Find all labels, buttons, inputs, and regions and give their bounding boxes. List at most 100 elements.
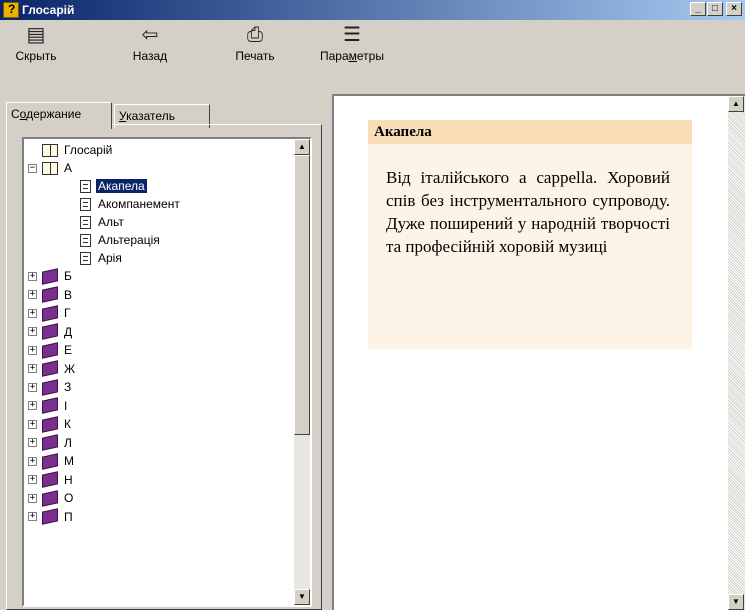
tree-book-label: П xyxy=(64,509,73,524)
tree-book-label: М xyxy=(64,454,74,468)
maximize-button[interactable]: □ xyxy=(707,2,723,16)
closed-book-icon xyxy=(42,360,58,377)
expand-icon[interactable]: + xyxy=(28,308,37,318)
window-controls: _ □ × xyxy=(689,2,742,16)
closed-book-icon xyxy=(42,267,58,285)
tree-page[interactable]: Арія xyxy=(80,249,124,267)
tree-book-label: Н xyxy=(64,472,73,487)
tree-book-a[interactable]: − А xyxy=(28,159,74,177)
expand-icon[interactable]: + xyxy=(28,290,37,299)
tree-book[interactable]: + К xyxy=(28,415,73,433)
tab-contents[interactable]: Содержание xyxy=(6,102,112,129)
closed-book-icon xyxy=(42,434,58,451)
options-button[interactable]: ☰ Параметры xyxy=(310,20,394,64)
page-icon xyxy=(80,233,91,247)
page-icon xyxy=(80,251,91,265)
closed-book-icon xyxy=(42,415,58,433)
tree-book[interactable]: + І xyxy=(28,397,69,415)
tree-book-label: Ж xyxy=(64,361,76,376)
expand-icon[interactable]: + xyxy=(28,271,37,281)
toolbar: ▤ Скрыть ⇦ Назад ⎙ Печать ☰ Параметры xyxy=(0,20,745,94)
tree-book[interactable]: + О xyxy=(28,489,75,507)
expand-icon[interactable]: + xyxy=(28,419,37,429)
tree-book-label: З xyxy=(64,380,72,394)
expand-icon[interactable]: + xyxy=(28,475,37,484)
tree-book-label: Г xyxy=(64,306,71,320)
print-button[interactable]: ⎙ Печать xyxy=(226,20,284,64)
selected-topic-label: Акапела xyxy=(96,179,147,193)
page-icon xyxy=(80,215,91,229)
expand-icon[interactable]: + xyxy=(28,345,37,355)
tree-book[interactable]: + Л xyxy=(28,434,74,452)
tree-book[interactable]: + Д xyxy=(28,323,74,341)
expand-icon[interactable]: + xyxy=(28,401,37,410)
tree-book-label: К xyxy=(64,417,71,431)
tree-book-label: О xyxy=(64,491,74,505)
scroll-up-icon[interactable]: ▲ xyxy=(728,96,744,112)
expand-icon[interactable]: + xyxy=(28,438,37,447)
close-button[interactable]: × xyxy=(726,2,742,16)
tree-root[interactable]: Глосарій xyxy=(42,141,114,159)
options-label: Параметры xyxy=(320,49,384,63)
print-label: Печать xyxy=(235,49,275,63)
expand-icon[interactable]: + xyxy=(28,364,37,373)
tree-book[interactable]: + М xyxy=(28,452,76,470)
tree-scrollbar[interactable]: ▲ ▼ xyxy=(294,139,310,605)
tree-book-label: І xyxy=(64,398,68,413)
minimize-button[interactable]: _ xyxy=(690,2,706,16)
tree-book-label: Б xyxy=(64,269,72,283)
topic-body: Від італійського a cappella. Хоровий спі… xyxy=(368,144,692,349)
scroll-thumb[interactable] xyxy=(294,155,310,435)
window-title: Глосарій xyxy=(22,3,75,17)
tree-book-label: Л xyxy=(64,435,72,450)
closed-book-icon xyxy=(42,286,58,303)
tree-page[interactable]: Акапела xyxy=(80,177,147,195)
tree-book-label: Д xyxy=(64,324,73,339)
back-button[interactable]: ⇦ Назад xyxy=(122,20,178,64)
page-icon xyxy=(80,197,91,211)
tree-page[interactable]: Альтерація xyxy=(80,231,162,249)
contents-panel: Глосарій − А Акапела Акомпанемент Альт А… xyxy=(6,124,322,610)
scroll-down-icon[interactable]: ▼ xyxy=(294,589,310,605)
title-bar[interactable]: Глосарій _ □ × xyxy=(0,0,745,20)
tree-book[interactable]: + В xyxy=(28,286,74,304)
back-arrow-icon: ⇦ xyxy=(141,24,159,46)
closed-book-icon xyxy=(42,489,58,507)
tree-book-label: В xyxy=(64,287,73,302)
hide-button[interactable]: ▤ Скрыть xyxy=(6,20,66,64)
tree-book[interactable]: + Е xyxy=(28,341,74,359)
tree-page[interactable]: Альт xyxy=(80,213,126,231)
navigation-pane: Содержание Указатель Глосарій − А Акапел… xyxy=(6,98,322,610)
page-icon xyxy=(80,179,91,193)
collapse-icon[interactable]: − xyxy=(28,163,37,173)
contents-tree[interactable]: Глосарій − А Акапела Акомпанемент Альт А… xyxy=(22,137,312,607)
tree-book[interactable]: + З xyxy=(28,378,73,396)
hide-pane-icon: ▤ xyxy=(26,24,46,46)
closed-book-icon xyxy=(42,508,58,525)
closed-book-icon xyxy=(42,341,58,359)
printer-icon: ⎙ xyxy=(247,24,263,46)
topic-title: Акапела xyxy=(368,120,692,144)
expand-icon[interactable]: + xyxy=(28,327,37,336)
expand-icon[interactable]: + xyxy=(28,493,37,503)
scroll-down-icon[interactable]: ▼ xyxy=(728,594,744,610)
closed-book-icon xyxy=(42,323,58,340)
scroll-up-icon[interactable]: ▲ xyxy=(294,139,310,155)
closed-book-icon xyxy=(42,397,58,414)
tree-book[interactable]: + Ж xyxy=(28,360,77,378)
tree-book[interactable]: + Г xyxy=(28,304,73,322)
topic-pane: Акапела Від італійського a cappella. Хор… xyxy=(332,94,745,610)
tree-book[interactable]: + Б xyxy=(28,267,74,285)
tree-book[interactable]: + П xyxy=(28,508,75,526)
topic-scrollbar[interactable]: ▲ ▼ xyxy=(728,96,745,610)
expand-icon[interactable]: + xyxy=(28,456,37,466)
tree-page[interactable]: Акомпанемент xyxy=(80,195,182,213)
tree-book[interactable]: + Н xyxy=(28,471,75,489)
open-book-icon xyxy=(42,143,58,157)
help-icon xyxy=(3,2,19,18)
expand-icon[interactable]: + xyxy=(28,512,37,521)
open-book-icon xyxy=(42,161,58,175)
closed-book-icon xyxy=(42,452,58,470)
options-icon: ☰ xyxy=(343,24,361,46)
expand-icon[interactable]: + xyxy=(28,382,37,392)
